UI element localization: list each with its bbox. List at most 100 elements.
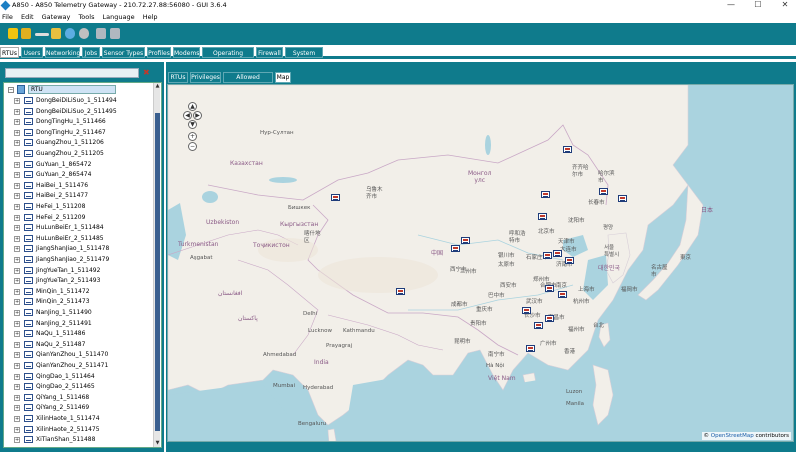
tree-item[interactable]: + QiYang_2_511469 xyxy=(14,403,154,414)
tab-sensor-types[interactable]: Sensor Types xyxy=(102,47,145,58)
rtu-marker[interactable] xyxy=(451,245,460,252)
menu-language[interactable]: Language xyxy=(103,12,135,23)
expand-icon[interactable]: + xyxy=(14,235,20,242)
expand-icon[interactable]: + xyxy=(14,320,20,327)
expand-icon[interactable]: + xyxy=(14,278,20,285)
tree-item[interactable]: + QianYanZhou_2_511471 xyxy=(14,361,154,372)
expand-icon[interactable]: + xyxy=(14,246,20,253)
rtu-marker[interactable] xyxy=(599,188,608,195)
tree-item[interactable]: + NaQu_2_511487 xyxy=(14,340,154,351)
expand-icon[interactable]: + xyxy=(14,98,20,104)
rtu-marker[interactable] xyxy=(558,291,567,298)
expand-icon[interactable]: + xyxy=(14,119,20,126)
rtu-marker[interactable] xyxy=(545,315,554,322)
tree-item[interactable]: + HeFei_2_511209 xyxy=(14,213,154,224)
tree-item[interactable]: + XilinHaote_1_511474 xyxy=(14,414,154,425)
map-view[interactable]: Нур-Султан Казахстан Монгол улс 乌鲁木 齐市 Б… xyxy=(167,84,794,442)
tab-modems[interactable]: Modems xyxy=(173,47,200,58)
minimize-button[interactable]: — xyxy=(718,0,744,11)
pan-up-button[interactable]: ▲ xyxy=(188,102,197,111)
unlock-icon[interactable] xyxy=(21,28,31,39)
expand-icon[interactable]: + xyxy=(14,140,20,147)
rtu-marker[interactable] xyxy=(461,237,470,244)
tab-firewall[interactable]: Firewall xyxy=(256,47,283,58)
tree-item[interactable]: + JiangShanJiao_1_511478 xyxy=(14,244,154,255)
menu-tools[interactable]: Tools xyxy=(78,12,94,23)
subtab-privileges[interactable]: Privileges xyxy=(190,72,221,83)
tree-item[interactable]: + GuYuan_2_865474 xyxy=(14,170,154,181)
connect-icon[interactable] xyxy=(35,33,49,36)
expand-icon[interactable]: + xyxy=(14,310,20,316)
tree-item[interactable]: + DongTingHu_2_511467 xyxy=(14,128,154,139)
tree-item[interactable]: + HaiBei_1_511476 xyxy=(14,181,154,192)
tree-item[interactable]: + MinQin_1_511472 xyxy=(14,287,154,298)
expand-icon[interactable]: + xyxy=(14,182,20,189)
stop-icon[interactable] xyxy=(79,28,89,39)
undo-icon[interactable] xyxy=(96,28,106,39)
subtab-map[interactable]: Map xyxy=(275,72,291,83)
expand-icon[interactable]: + xyxy=(14,257,20,263)
rtu-marker[interactable] xyxy=(331,194,340,201)
rtu-marker[interactable] xyxy=(538,213,547,220)
expand-icon[interactable]: + xyxy=(14,384,20,391)
subtab-allowed-modems[interactable]: Allowed modems xyxy=(223,72,273,91)
expand-icon[interactable]: + xyxy=(14,416,20,422)
tab-rtus[interactable]: RTUs xyxy=(0,47,19,58)
tree-item[interactable]: + HeFei_1_511208 xyxy=(14,202,154,213)
expand-icon[interactable]: + xyxy=(14,352,20,359)
menu-edit[interactable]: Edit xyxy=(21,12,34,23)
tree-item[interactable]: + NanJing_1_511490 xyxy=(14,308,154,319)
tree-item[interactable]: + HaiBei_2_511477 xyxy=(14,191,154,202)
tab-jobs[interactable]: Jobs xyxy=(82,47,100,58)
tab-networking[interactable]: Networking xyxy=(45,47,80,58)
expand-icon[interactable]: + xyxy=(14,437,20,444)
rtu-marker[interactable] xyxy=(543,252,552,259)
tree-item[interactable]: + QingDao_1_511464 xyxy=(14,372,154,383)
rtu-marker[interactable] xyxy=(396,288,405,295)
expand-icon[interactable]: + xyxy=(14,151,20,157)
clear-search-icon[interactable]: ✖ xyxy=(143,68,151,77)
expand-icon[interactable]: + xyxy=(14,204,20,210)
rtu-marker[interactable] xyxy=(522,307,531,314)
zoom-in-button[interactable]: + xyxy=(188,132,197,141)
tree-item[interactable]: + MinQin_2_511473 xyxy=(14,297,154,308)
tree-item[interactable]: + DongBeiDiLiSuo_2_511495 xyxy=(14,107,154,118)
tree-item[interactable]: + HuLunBeiEr_1_511484 xyxy=(14,223,154,234)
tree-item[interactable]: + DongBeiDiLiSuo_1_511494 xyxy=(14,96,154,107)
pan-right-button[interactable]: ▶ xyxy=(193,111,202,120)
tree-item[interactable]: + GuangZhou_2_511205 xyxy=(14,149,154,160)
zoom-out-button[interactable]: − xyxy=(188,142,197,151)
expand-icon[interactable]: + xyxy=(14,363,20,369)
tree-item[interactable]: + QingDao_2_511465 xyxy=(14,382,154,393)
tree-root[interactable]: − RTU xyxy=(8,85,118,95)
tree-item[interactable]: + JingYueTan_2_511493 xyxy=(14,276,154,287)
tab-system-logs[interactable]: System Logs xyxy=(285,47,323,68)
refresh-icon[interactable] xyxy=(65,28,75,39)
subtab-rtus[interactable]: RTUs xyxy=(168,72,188,83)
expand-icon[interactable]: + xyxy=(14,225,20,232)
expand-icon[interactable]: + xyxy=(14,341,20,348)
rtu-marker[interactable] xyxy=(618,195,627,202)
tab-users[interactable]: Users xyxy=(21,47,43,58)
rtu-marker[interactable] xyxy=(545,285,554,292)
expand-icon[interactable]: + xyxy=(14,405,20,412)
menu-file[interactable]: File xyxy=(2,12,13,23)
maximize-button[interactable]: ☐ xyxy=(745,0,771,11)
tree-scrollbar[interactable]: ▲ ▼ xyxy=(153,83,160,447)
close-button[interactable]: ✕ xyxy=(772,0,796,11)
tree-item[interactable]: + QianYanZhou_1_511470 xyxy=(14,350,154,361)
search-input[interactable] xyxy=(5,68,139,78)
expand-icon[interactable]: + xyxy=(14,288,20,295)
tree-item[interactable]: + NanJing_2_511491 xyxy=(14,319,154,330)
rtu-marker[interactable] xyxy=(563,146,572,153)
expand-icon[interactable]: + xyxy=(14,172,20,179)
tab-profiles[interactable]: Profiles xyxy=(147,47,171,58)
scroll-thumb[interactable] xyxy=(155,113,160,431)
expand-icon[interactable]: + xyxy=(14,193,20,200)
tree-item[interactable]: + JingYueTan_1_511492 xyxy=(14,266,154,277)
key-icon[interactable] xyxy=(51,28,61,39)
expand-icon[interactable]: + xyxy=(14,373,20,380)
rtu-marker[interactable] xyxy=(565,257,574,264)
rtu-marker[interactable] xyxy=(541,191,550,198)
expand-icon[interactable]: + xyxy=(14,214,20,221)
